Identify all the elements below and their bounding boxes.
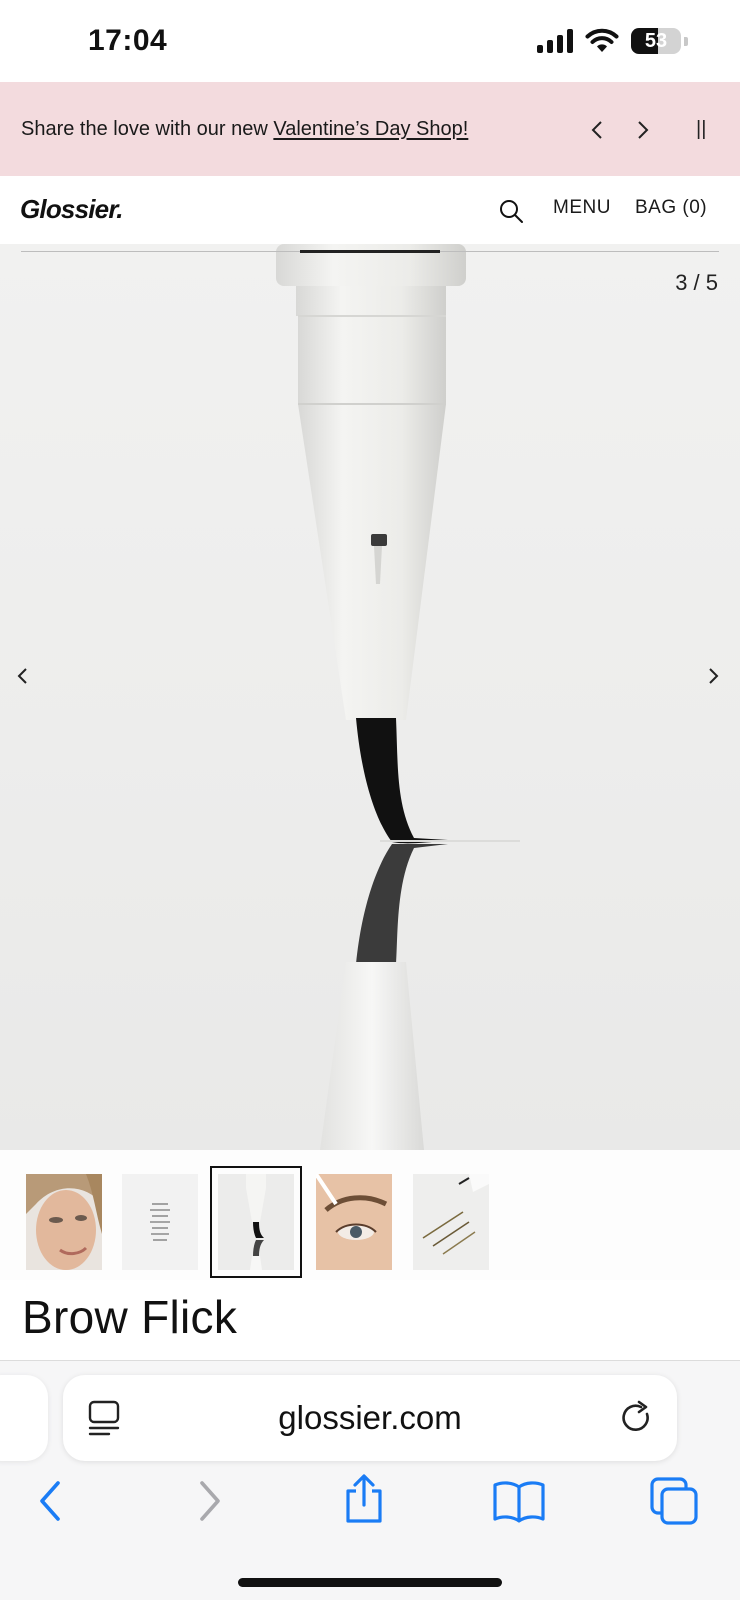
previous-tab-preview[interactable] <box>0 1375 48 1461</box>
share-icon[interactable] <box>342 1473 386 1525</box>
promo-banner: Share the love with our new Valentine’s … <box>0 82 740 176</box>
home-indicator <box>238 1578 502 1587</box>
wifi-icon <box>585 28 619 52</box>
cellular-signal-icon <box>537 29 573 53</box>
chevron-right-icon <box>709 668 719 684</box>
brow-strokes-thumbnail <box>413 1174 489 1270</box>
promo-prev-button[interactable] <box>590 82 604 176</box>
product-title: Brow Flick <box>22 1291 238 1343</box>
model-face-thumbnail <box>26 1174 102 1270</box>
status-time: 17:04 <box>88 24 168 57</box>
brow-flick-pen-thumbnail <box>218 1174 294 1270</box>
model-brow-closeup-thumbnail <box>316 1174 392 1270</box>
thumbnail-4[interactable] <box>316 1174 392 1270</box>
brow-swatch-thumbnail <box>122 1174 198 1270</box>
valentines-shop-link[interactable]: Valentine’s Day Shop! <box>273 118 468 140</box>
thumbnail-strip <box>0 1150 740 1280</box>
thumbnail-3[interactable] <box>210 1166 302 1278</box>
gallery-progress-indicator <box>300 250 440 253</box>
search-icon[interactable] <box>498 198 524 224</box>
status-icons: 53 <box>537 28 688 54</box>
chevron-left-icon <box>17 668 27 684</box>
bookmarks-icon[interactable] <box>492 1479 546 1523</box>
thumbnail-5[interactable] <box>413 1174 489 1270</box>
battery-icon: 53 <box>631 28 681 54</box>
site-header: Glossier. MENU BAG (0) <box>0 176 740 244</box>
url-text: glossier.com <box>278 1399 462 1436</box>
browser-toolbar: glossier.com <box>0 1360 740 1600</box>
forward-icon[interactable] <box>196 1479 224 1523</box>
thumbnail-2[interactable] <box>122 1174 198 1270</box>
chevron-left-icon <box>591 120 602 139</box>
bag-button[interactable]: BAG (0) <box>635 197 707 219</box>
promo-next-button[interactable] <box>636 82 650 176</box>
gallery-prev-button[interactable] <box>16 662 28 693</box>
back-icon[interactable] <box>36 1479 64 1523</box>
gallery-counter: 3 / 5 <box>675 270 718 295</box>
product-image-gallery[interactable]: 3 / 5 <box>0 244 740 1150</box>
glossier-logo[interactable]: Glossier. <box>20 194 123 225</box>
address-bar[interactable]: glossier.com <box>63 1375 677 1461</box>
reload-icon[interactable] <box>619 1400 655 1436</box>
promo-pause-button[interactable]: || <box>696 82 706 176</box>
status-bar: 17:04 53 <box>0 0 740 82</box>
battery-level: 53 <box>644 30 668 52</box>
menu-button[interactable]: MENU <box>553 197 611 219</box>
promo-text: Share the love with our new Valentine’s … <box>21 82 468 176</box>
thumbnail-1[interactable] <box>26 1174 102 1270</box>
tabs-icon[interactable] <box>650 1477 700 1525</box>
brow-flick-product-image <box>276 244 520 1150</box>
gallery-next-button[interactable] <box>708 662 720 693</box>
chevron-right-icon <box>638 120 649 139</box>
promo-text-prefix: Share the love with our new <box>21 118 274 140</box>
